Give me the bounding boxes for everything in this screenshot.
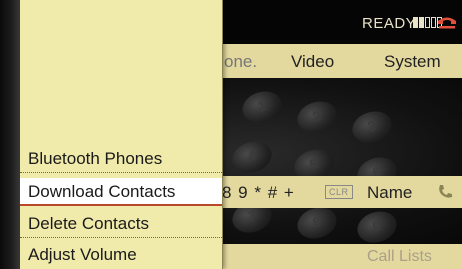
keypad-key: 2 bbox=[293, 96, 341, 138]
signal-bar bbox=[425, 17, 430, 28]
name-button[interactable]: Name bbox=[367, 183, 412, 203]
keypad-key: 8 bbox=[293, 202, 341, 244]
menu-shadow-edge bbox=[0, 0, 20, 269]
nav-item-video[interactable]: Video bbox=[291, 52, 334, 72]
keypad-key: 9 bbox=[353, 206, 401, 248]
phone-handset-icon bbox=[438, 17, 456, 29]
clear-button[interactable]: CLR bbox=[325, 185, 353, 199]
phone-screen: READY one. Video System 1 2 3 4 5 6 7 8 … bbox=[0, 0, 462, 269]
nav-item-system[interactable]: System bbox=[384, 52, 441, 72]
keypad-key: 4 bbox=[228, 136, 276, 178]
dial-digits: 8 9 * # + bbox=[222, 183, 295, 202]
signal-bar bbox=[419, 17, 424, 28]
status-text: READY bbox=[362, 15, 417, 32]
call-lists-button[interactable]: Call Lists bbox=[367, 248, 432, 266]
nav-item-phone[interactable]: one. bbox=[224, 52, 257, 72]
keypad-key: 1 bbox=[238, 86, 286, 128]
menu-item-download-contacts[interactable]: Download Contacts bbox=[20, 178, 222, 206]
phone-handset-icon[interactable] bbox=[436, 183, 454, 201]
menu-item-adjust-volume[interactable]: Adjust Volume bbox=[20, 241, 222, 269]
menu-item-delete-contacts[interactable]: Delete Contacts bbox=[20, 210, 222, 238]
phone-options-menu: Bluetooth Phones Download Contacts Delet… bbox=[20, 0, 223, 269]
signal-bar bbox=[413, 17, 418, 28]
keypad-key: 3 bbox=[348, 106, 396, 148]
menu-item-bluetooth-phones[interactable]: Bluetooth Phones bbox=[20, 145, 222, 173]
